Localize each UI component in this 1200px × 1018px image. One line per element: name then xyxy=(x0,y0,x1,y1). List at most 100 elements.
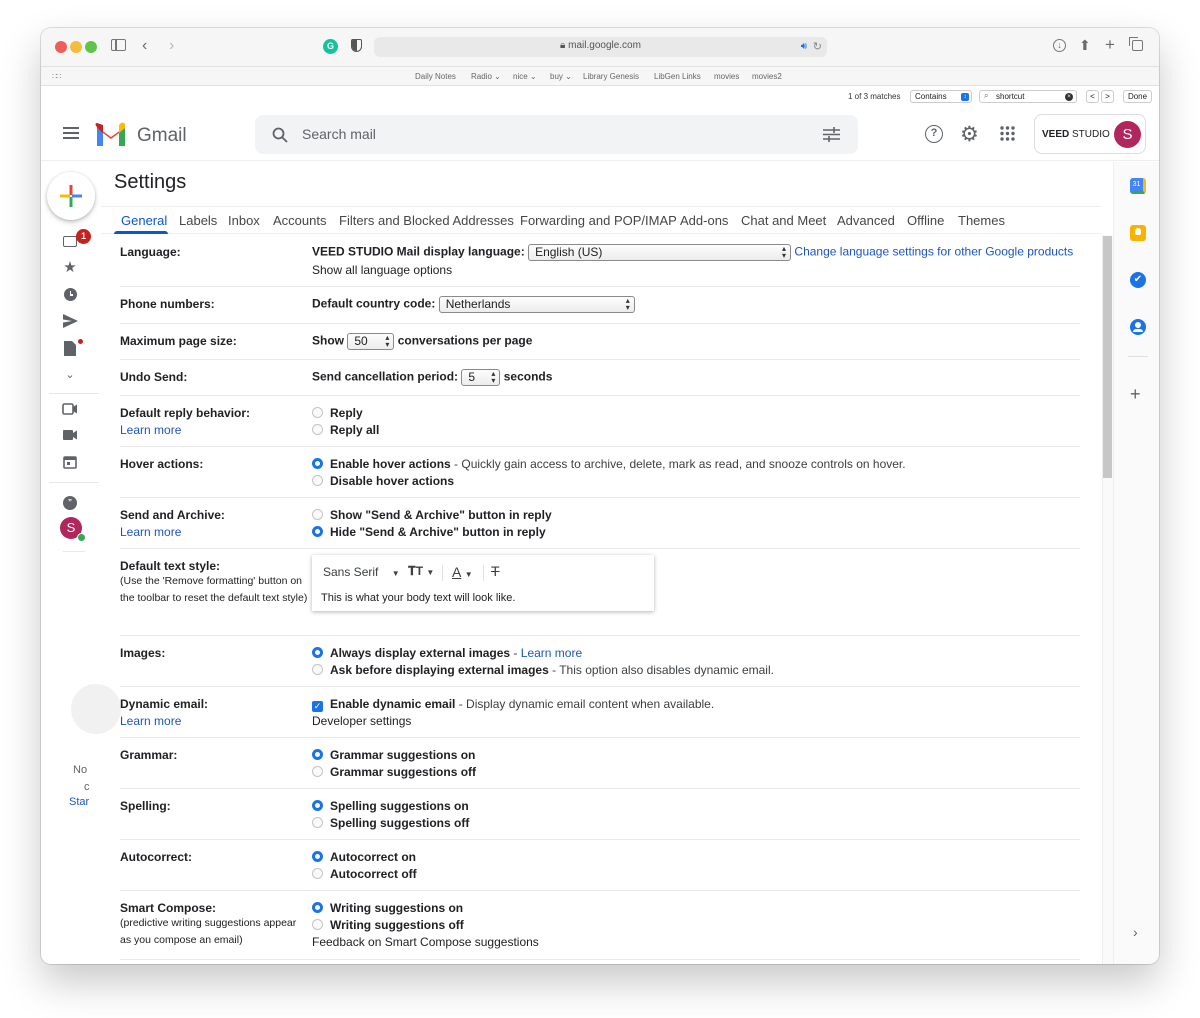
radio-reply[interactable]: Reply xyxy=(312,406,363,420)
tab-themes[interactable]: Themes xyxy=(958,213,1005,228)
clear-search-icon[interactable]: × xyxy=(1065,93,1073,101)
radio-button-selected[interactable] xyxy=(312,902,323,913)
radio-button-selected[interactable] xyxy=(312,526,323,537)
radio-button[interactable] xyxy=(312,407,323,418)
radio-autocorrect-off[interactable]: Autocorrect off xyxy=(312,867,417,881)
search-options-icon[interactable] xyxy=(823,127,840,142)
compose-button[interactable] xyxy=(47,172,95,220)
calendar-app-icon[interactable]: 31 xyxy=(1130,178,1146,194)
my-meetings-calendar-icon[interactable] xyxy=(62,455,78,471)
radio-writing-suggestions-on[interactable]: Writing suggestions on xyxy=(312,901,463,915)
google-apps-icon[interactable] xyxy=(1000,126,1015,141)
language-select[interactable]: English (US) ▴ ▾ xyxy=(528,244,792,261)
tab-overview-icon[interactable] xyxy=(1129,37,1143,51)
hangouts-icon[interactable]: ” xyxy=(62,495,78,511)
tab-offline[interactable]: Offline xyxy=(907,213,944,228)
show-side-panel-chevron-icon[interactable]: › xyxy=(1133,924,1138,940)
radio-writing-suggestions-off[interactable]: Writing suggestions off xyxy=(312,918,464,932)
share-icon[interactable]: ⬆︎ xyxy=(1079,37,1091,53)
join-meeting-icon[interactable] xyxy=(62,428,78,444)
font-family-dropdown[interactable]: Sans Serif ▼ xyxy=(323,565,400,579)
radio-enable-hover[interactable]: Enable hover actions - Quickly gain acce… xyxy=(312,457,906,471)
search-input[interactable]: Search mail xyxy=(255,115,858,154)
tab-inbox[interactable]: Inbox xyxy=(228,213,260,228)
find-input[interactable]: ⌕ shortcut × xyxy=(979,90,1077,103)
settings-gear-icon[interactable]: ⚙︎ xyxy=(960,122,979,147)
main-menu-icon[interactable] xyxy=(63,127,79,139)
radio-show-send-archive[interactable]: Show "Send & Archive" button in reply xyxy=(312,508,552,522)
sent-icon[interactable] xyxy=(62,314,78,330)
gmail-logo-icon[interactable] xyxy=(95,122,127,146)
radio-ask-before-images[interactable]: Ask before displaying external images - … xyxy=(312,663,774,677)
country-code-select[interactable]: Netherlands ▴ ▾ xyxy=(438,296,635,313)
radio-button[interactable] xyxy=(312,919,323,930)
contacts-app-icon[interactable] xyxy=(1130,319,1146,335)
more-chevron-icon[interactable]: ⌄ xyxy=(62,367,78,383)
privacy-shield-icon[interactable] xyxy=(351,39,362,52)
bookmark-radio[interactable]: Radio ⌄ xyxy=(471,72,501,81)
grammarly-extension-icon[interactable]: G xyxy=(323,39,338,54)
snoozed-icon[interactable] xyxy=(62,287,78,303)
radio-disable-hover[interactable]: Disable hover actions xyxy=(312,474,454,488)
radio-button[interactable] xyxy=(312,766,323,777)
tab-filters[interactable]: Filters and Blocked Addresses xyxy=(339,213,514,228)
radio-button[interactable] xyxy=(312,664,323,675)
radio-button[interactable] xyxy=(312,868,323,879)
developer-settings-link[interactable]: Developer settings xyxy=(312,714,411,728)
tab-general[interactable]: General xyxy=(121,213,167,228)
tab-addons[interactable]: Add-ons xyxy=(680,213,728,228)
start-chat-link[interactable]: Star xyxy=(69,796,89,808)
checkbox-checked[interactable]: ✓ xyxy=(312,701,323,712)
get-addons-plus-icon[interactable]: + xyxy=(1130,384,1141,405)
forward-icon[interactable]: › xyxy=(169,38,174,54)
radio-button[interactable] xyxy=(312,424,323,435)
cancellation-period-select[interactable]: 5 ▴ ▾ xyxy=(461,369,501,386)
minimize-window-button[interactable] xyxy=(70,41,82,53)
tasks-app-icon[interactable]: ✔ xyxy=(1130,272,1146,288)
radio-button-selected[interactable] xyxy=(312,851,323,862)
change-language-link[interactable]: Change language settings for other Googl… xyxy=(794,245,1073,259)
find-next-button[interactable]: > xyxy=(1101,90,1114,103)
reply-learn-more-link[interactable]: Learn more xyxy=(120,423,181,437)
starred-icon[interactable]: ★ xyxy=(62,260,78,276)
radio-autocorrect-on[interactable]: Autocorrect on xyxy=(312,850,416,864)
find-done-button[interactable]: Done xyxy=(1123,90,1152,103)
send-archive-learn-more-link[interactable]: Learn more xyxy=(120,525,181,539)
radio-button-selected[interactable] xyxy=(312,800,323,811)
smart-compose-feedback-link[interactable]: Feedback on Smart Compose suggestions xyxy=(312,935,539,949)
maximize-window-button[interactable] xyxy=(85,41,97,53)
address-bar[interactable]: 🔒︎ mail.google.com 🔊︎ ↻ xyxy=(374,37,827,57)
radio-button-selected[interactable] xyxy=(312,458,323,469)
radio-grammar-on[interactable]: Grammar suggestions on xyxy=(312,748,475,762)
tab-chat-meet[interactable]: Chat and Meet xyxy=(741,213,826,228)
new-tab-icon[interactable]: + xyxy=(1105,36,1115,53)
radio-button[interactable] xyxy=(312,475,323,486)
account-avatar[interactable]: S xyxy=(1114,121,1141,148)
checkbox-enable-dynamic-email[interactable]: ✓ Enable dynamic email - Display dynamic … xyxy=(312,697,714,712)
sidebar-toggle-icon[interactable] xyxy=(111,39,126,51)
bookmark-movies2[interactable]: movies2 xyxy=(752,72,782,81)
bookmark-nice[interactable]: nice ⌄ xyxy=(513,72,537,81)
find-previous-button[interactable]: < xyxy=(1086,90,1099,103)
bookmark-buy[interactable]: buy ⌄ xyxy=(550,72,572,81)
scrollbar-thumb[interactable] xyxy=(1103,236,1112,478)
radio-button[interactable] xyxy=(312,817,323,828)
account-switcher[interactable]: VEED STUDIO S xyxy=(1034,114,1146,154)
find-mode-select[interactable]: Contains ↕ xyxy=(910,90,972,103)
radio-button[interactable] xyxy=(312,509,323,520)
bookmark-libgen-links[interactable]: LibGen Links xyxy=(654,72,701,81)
page-size-select[interactable]: 50 ▴ ▾ xyxy=(347,333,395,350)
font-size-icon[interactable]: 𝐓T ▼ xyxy=(408,564,434,579)
images-learn-more-link[interactable]: Learn more xyxy=(521,646,582,660)
bookmark-library-genesis[interactable]: Library Genesis xyxy=(583,72,639,81)
reload-icon[interactable]: ↻ xyxy=(813,40,822,53)
radio-spelling-off[interactable]: Spelling suggestions off xyxy=(312,816,469,830)
radio-spelling-on[interactable]: Spelling suggestions on xyxy=(312,799,469,813)
tab-labels[interactable]: Labels xyxy=(179,213,217,228)
bookmark-daily-notes[interactable]: Daily Notes xyxy=(415,72,456,81)
radio-reply-all[interactable]: Reply all xyxy=(312,423,379,437)
help-icon[interactable]: ? xyxy=(925,125,943,143)
search-icon[interactable] xyxy=(272,127,288,143)
tab-forwarding[interactable]: Forwarding and POP/IMAP xyxy=(520,213,677,228)
radio-button-selected[interactable] xyxy=(312,749,323,760)
